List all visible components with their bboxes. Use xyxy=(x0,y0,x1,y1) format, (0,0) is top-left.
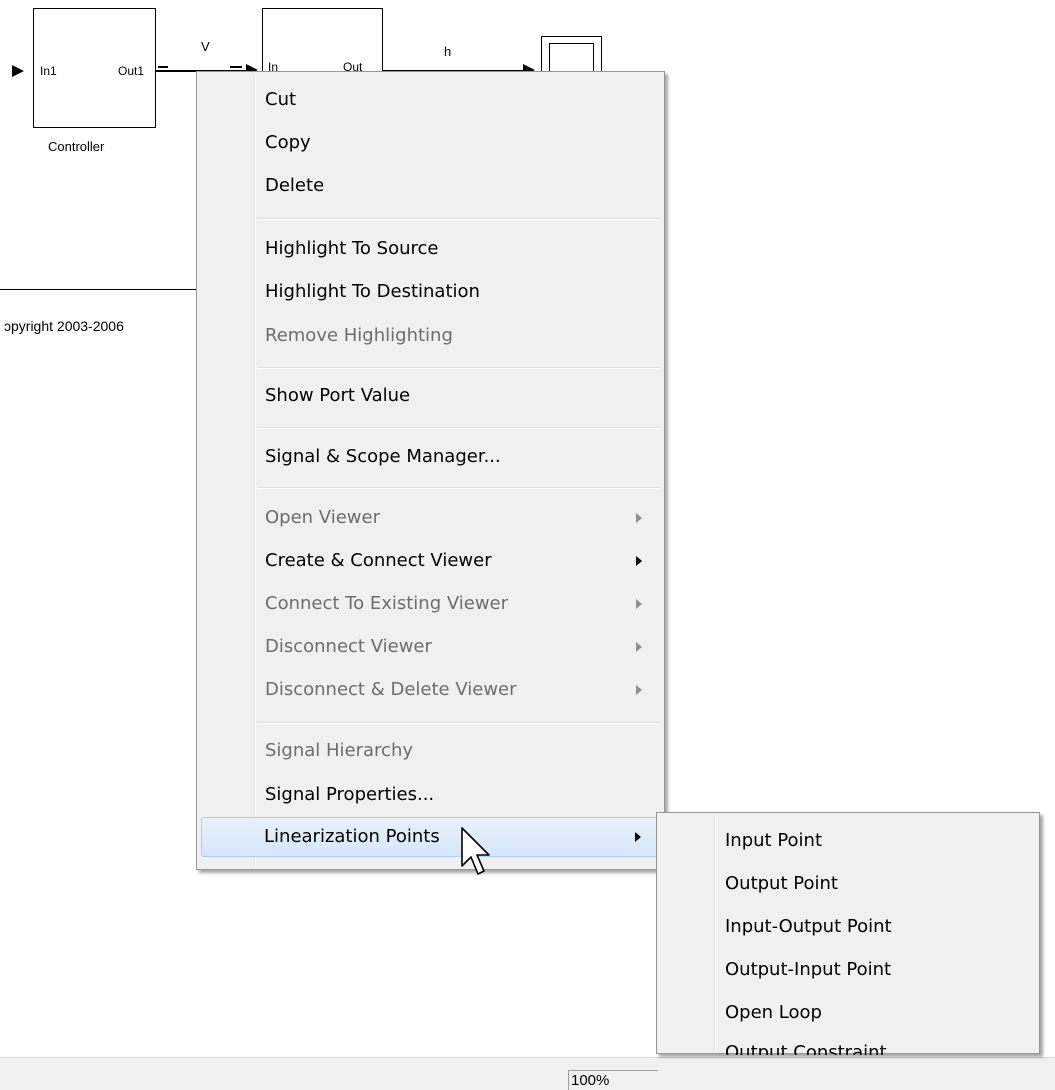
menu-item-highlight-to-destination[interactable]: Highlight To Destination xyxy=(199,274,662,310)
zoom-level: 100% xyxy=(568,1070,658,1090)
submenu-item-output-input-point[interactable]: Output-Input Point xyxy=(659,952,1037,988)
menu-separator xyxy=(257,218,660,220)
mouse-cursor-icon xyxy=(461,827,490,875)
copyright-annotation: ɔpyright 2003-2006 xyxy=(4,318,124,334)
plant-block[interactable] xyxy=(262,8,383,72)
signal-v-bus-mark xyxy=(158,66,168,68)
submenu-item-input-point[interactable]: Input Point xyxy=(659,823,1037,859)
menu-item-show-port-value[interactable]: Show Port Value xyxy=(199,378,662,414)
menu-separator xyxy=(257,487,660,489)
submenu-arrow-icon xyxy=(636,599,642,609)
simulink-canvas[interactable]: In1 Out1 Controller V In Out h ɔpyright … xyxy=(0,0,1055,1090)
controller-out-port: Out1 xyxy=(118,64,145,78)
menu-item-copy[interactable]: Copy xyxy=(199,125,662,161)
annotation-divider xyxy=(0,289,200,290)
status-bar xyxy=(0,1057,1055,1090)
controller-block-name: Controller xyxy=(48,139,105,154)
menu-item-create-connect-viewer[interactable]: Create & Connect Viewer xyxy=(199,543,662,579)
menu-item-highlight-to-source[interactable]: Highlight To Source xyxy=(199,231,662,267)
submenu-item-input-output-point[interactable]: Input-Output Point xyxy=(659,909,1037,945)
submenu-item-output-constraint[interactable]: Output Constraint xyxy=(659,1038,1037,1055)
submenu-arrow-icon xyxy=(636,685,642,695)
menu-item-disconnect-viewer[interactable]: Disconnect Viewer xyxy=(199,629,662,665)
menu-separator xyxy=(257,722,660,724)
menu-item-open-viewer[interactable]: Open Viewer xyxy=(199,500,662,536)
signal-v-bus-mark-2 xyxy=(230,66,242,68)
menu-item-cut[interactable]: Cut xyxy=(199,82,662,118)
signal-v-label: V xyxy=(201,39,210,54)
signal-h-label: h xyxy=(444,44,452,59)
submenu-arrow-icon xyxy=(636,642,642,652)
menu-item-disconnect-delete-viewer[interactable]: Disconnect & Delete Viewer xyxy=(199,672,662,708)
menu-item-signal-hierarchy[interactable]: Signal Hierarchy xyxy=(199,733,662,769)
linearization-points-submenu: Input Point Output Point Input-Output Po… xyxy=(656,812,1040,1055)
submenu-arrow-icon xyxy=(636,513,642,523)
menu-item-signal-scope-manager[interactable]: Signal & Scope Manager... xyxy=(199,439,662,475)
menu-item-delete[interactable]: Delete xyxy=(199,168,662,204)
submenu-arrow-icon xyxy=(636,556,642,566)
signal-context-menu: Cut Copy Delete Highlight To Source High… xyxy=(196,71,665,870)
submenu-item-output-point[interactable]: Output Point xyxy=(659,866,1037,902)
submenu-item-open-loop[interactable]: Open Loop xyxy=(659,995,1037,1031)
menu-item-remove-highlighting[interactable]: Remove Highlighting xyxy=(199,318,662,354)
menu-item-linearization-points[interactable]: Linearization Points xyxy=(201,817,660,857)
menu-separator xyxy=(257,367,660,369)
menu-item-signal-properties[interactable]: Signal Properties... xyxy=(199,777,662,813)
menu-separator xyxy=(257,427,660,429)
input-arrow-icon xyxy=(12,65,24,77)
menu-item-connect-to-existing-viewer[interactable]: Connect To Existing Viewer xyxy=(199,586,662,622)
submenu-arrow-icon xyxy=(635,832,641,842)
controller-in-port: In1 xyxy=(40,64,57,78)
